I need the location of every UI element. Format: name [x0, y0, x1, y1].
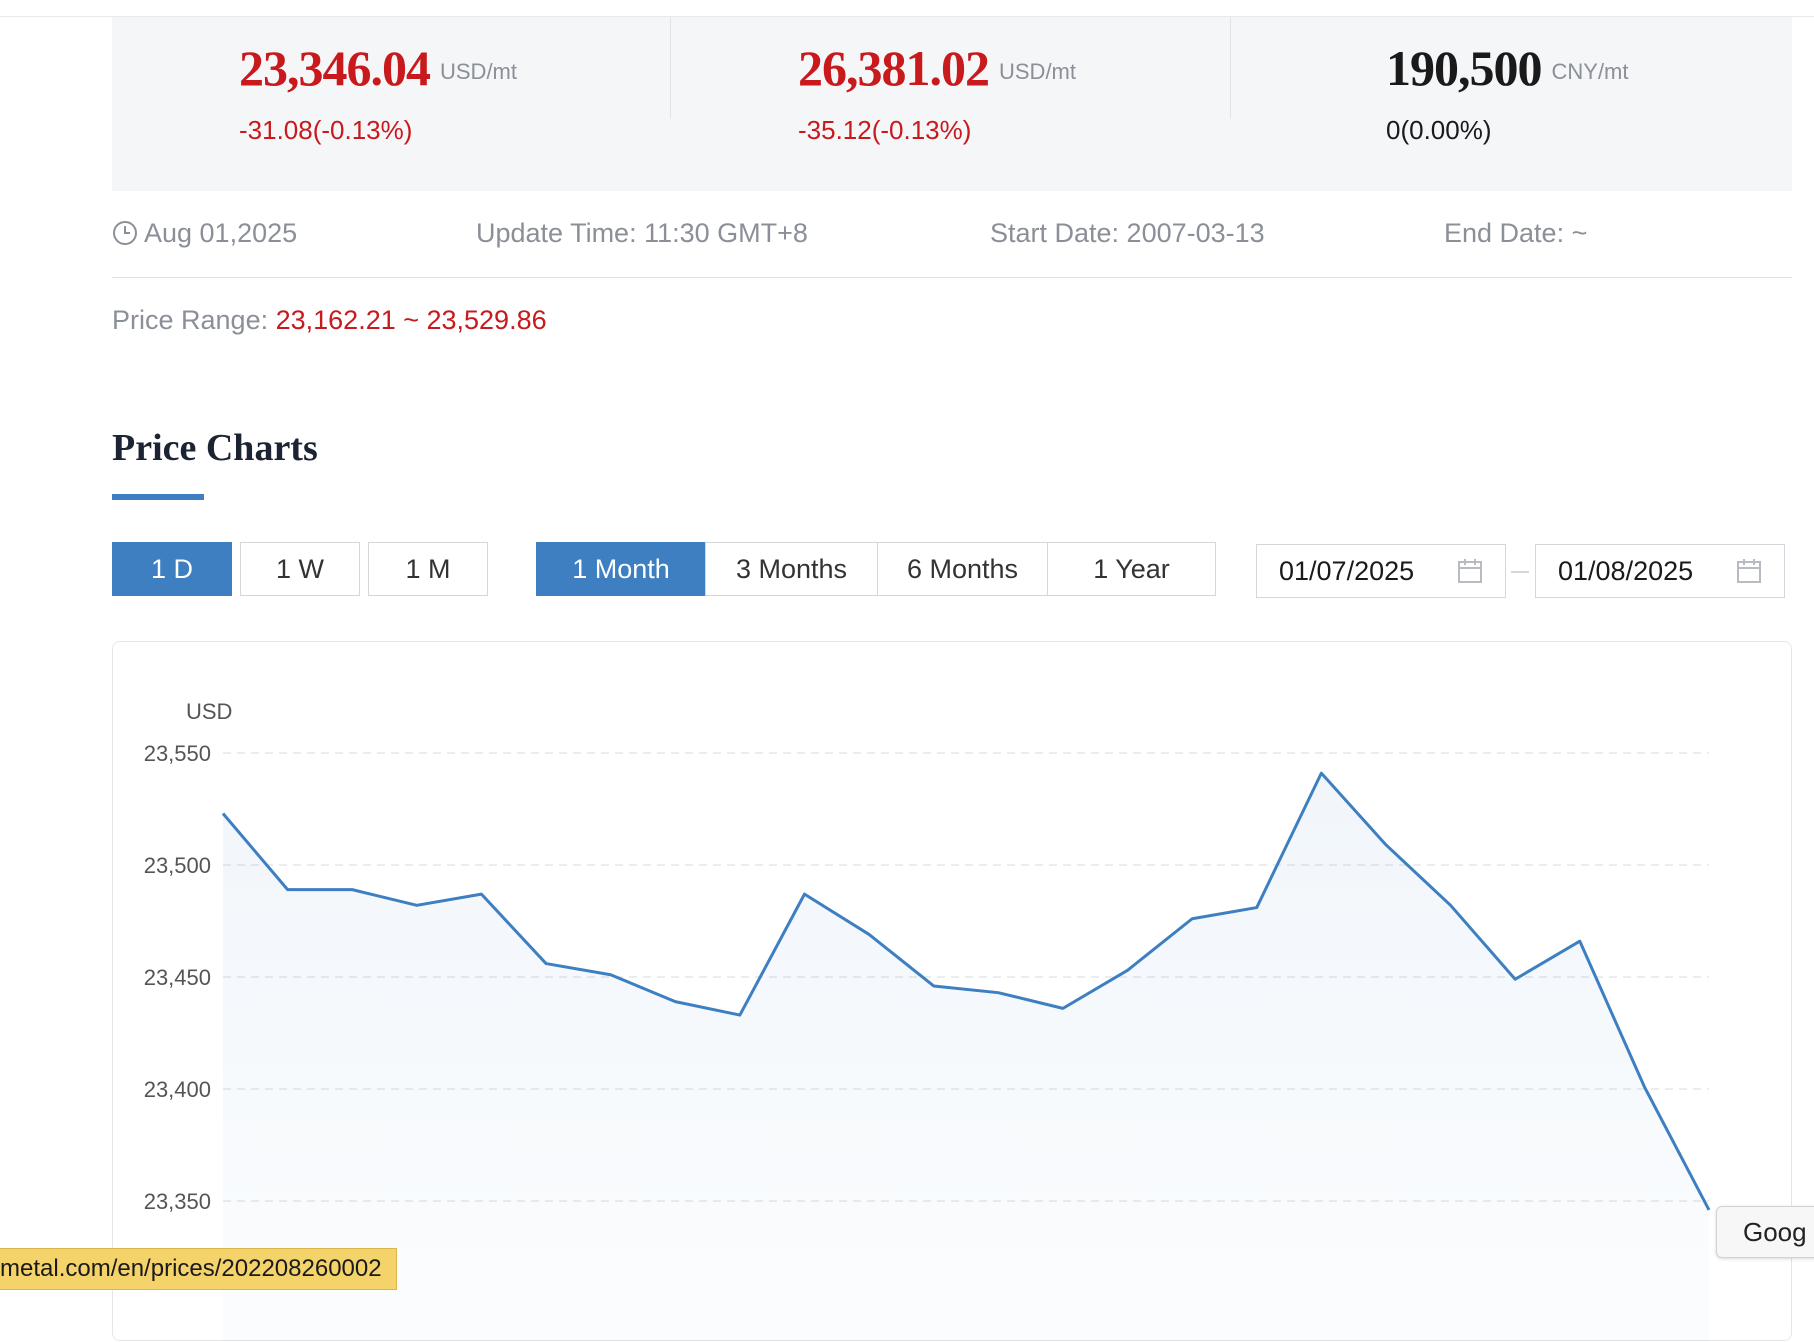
data-point[interactable] — [1190, 917, 1194, 921]
data-point[interactable] — [673, 1000, 677, 1004]
date-range-separator — [1511, 571, 1529, 573]
data-point[interactable] — [350, 888, 354, 892]
title-underline — [112, 494, 204, 500]
data-point[interactable] — [1319, 771, 1323, 775]
data-point[interactable] — [479, 892, 483, 896]
meta-divider — [112, 277, 1792, 278]
y-tick-label: 23,400 — [144, 1077, 211, 1102]
data-point[interactable] — [738, 1013, 742, 1017]
section-title: Price Charts — [112, 427, 318, 469]
price-chart-card: USD 23,550 23,500 23,450 23,400 23,350 — [112, 641, 1793, 1342]
data-point[interactable] — [1642, 1085, 1646, 1089]
data-point[interactable] — [1126, 968, 1130, 972]
data-point[interactable] — [996, 991, 1000, 995]
price-change: 0(0.00%) — [1386, 115, 1492, 145]
data-point[interactable] — [609, 973, 613, 977]
price-unit: CNY/mt — [1551, 59, 1629, 84]
data-point[interactable] — [802, 892, 806, 896]
end-date-value: 01/08/2025 — [1558, 555, 1694, 586]
data-point[interactable] — [415, 903, 419, 907]
data-point[interactable] — [1384, 843, 1388, 847]
interval-1d-button[interactable]: 1 D — [112, 542, 232, 596]
period-1-month-button[interactable]: 1 Month — [536, 542, 706, 596]
data-point[interactable] — [286, 888, 290, 892]
price-summary-panel: 23,346.04 USD/mt -31.08(-0.13%) 26,381.02… — [112, 17, 1792, 191]
data-point[interactable] — [1061, 1006, 1065, 1010]
start-date: Start Date: 2007-03-13 — [990, 218, 1265, 248]
y-tick-label: 23,500 — [144, 853, 211, 878]
data-point[interactable] — [1707, 1208, 1711, 1212]
price-value: 190,500 — [1386, 40, 1542, 96]
data-point[interactable] — [544, 962, 548, 966]
start-date-value: 01/07/2025 — [1279, 555, 1415, 586]
price-range: Price Range: 23,162.21 ~ 23,529.86 — [112, 305, 547, 336]
calendar-icon[interactable] — [1457, 558, 1483, 591]
y-tick-label: 23,550 — [144, 741, 211, 766]
price-unit: USD/mt — [440, 59, 517, 84]
series-area — [223, 773, 1709, 1342]
google-overlay-tab[interactable]: Goog — [1716, 1206, 1814, 1258]
y-axis-label: USD — [186, 699, 232, 724]
data-point[interactable] — [1578, 939, 1582, 943]
end-date: End Date: ~ — [1444, 218, 1588, 248]
price-change: -35.12(-0.13%) — [798, 115, 972, 145]
price-divider — [670, 17, 671, 119]
update-time: Update Time: 11:30 GMT+8 — [476, 218, 808, 248]
end-date-input[interactable]: 01/08/2025 — [1535, 544, 1785, 598]
price-range-label: Price Range: — [112, 305, 269, 335]
data-point[interactable] — [1513, 977, 1517, 981]
price-line-chart[interactable]: USD 23,550 23,500 23,450 23,400 23,350 — [113, 642, 1793, 1342]
meta-date: Aug 01,2025 — [112, 218, 297, 253]
data-point[interactable] — [932, 984, 936, 988]
price-value: 23,346.04 — [239, 40, 431, 96]
date-text: Aug 01,2025 — [144, 218, 298, 248]
interval-1w-button[interactable]: 1 W — [240, 542, 360, 596]
price-change: -31.08(-0.13%) — [239, 115, 413, 145]
status-bar-url: metal.com/en/prices/202208260002 — [0, 1248, 397, 1290]
start-date-input[interactable]: 01/07/2025 — [1256, 544, 1506, 598]
data-point[interactable] — [221, 811, 225, 815]
price-value: 26,381.02 — [798, 40, 990, 96]
data-point[interactable] — [1449, 903, 1453, 907]
period-3-months-button[interactable]: 3 Months — [705, 542, 878, 596]
interval-1m-button[interactable]: 1 M — [368, 542, 488, 596]
data-point[interactable] — [1255, 906, 1259, 910]
period-1-year-button[interactable]: 1 Year — [1047, 542, 1216, 596]
period-6-months-button[interactable]: 6 Months — [877, 542, 1048, 596]
clock-icon — [112, 220, 138, 253]
price-range-value: 23,162.21 ~ 23,529.86 — [275, 305, 547, 335]
price-divider — [1230, 17, 1231, 119]
data-point[interactable] — [867, 932, 871, 936]
y-tick-label: 23,350 — [144, 1189, 211, 1214]
y-tick-label: 23,450 — [144, 965, 211, 990]
price-unit: USD/mt — [999, 59, 1076, 84]
calendar-icon[interactable] — [1736, 558, 1762, 591]
